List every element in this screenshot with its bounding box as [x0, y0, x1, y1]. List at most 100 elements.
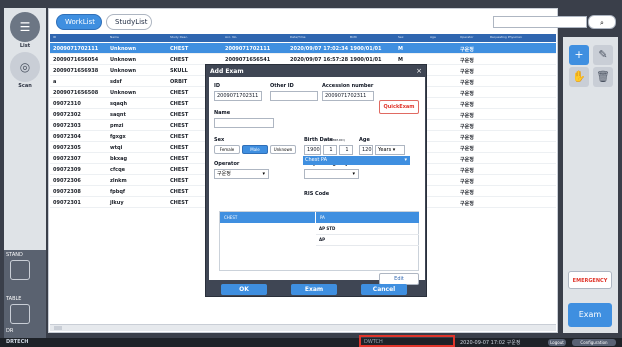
table-cell: 09072309 — [53, 167, 81, 173]
col-physician[interactable]: Requesting Physician — [490, 35, 522, 39]
age-field[interactable]: 120 — [359, 145, 373, 155]
other-id-field[interactable] — [270, 91, 318, 101]
exam-button[interactable]: Exam — [568, 303, 612, 327]
name-field[interactable] — [214, 118, 274, 128]
table-cell: 2009071702111 — [53, 46, 99, 52]
table-cell: sdsf — [110, 79, 122, 85]
logout-button[interactable]: Logout — [548, 339, 566, 346]
table-cell: 2020/09/07 16:57:28 — [290, 57, 349, 63]
col-id[interactable]: ID — [53, 35, 56, 39]
chevron-down-icon: ▾ — [262, 171, 265, 177]
table-cell: CHEST — [170, 57, 189, 63]
table-cell: CHEST — [170, 200, 189, 206]
add-exam-dialog: Add Exam × ID 2009071702311 Other ID Acc… — [205, 64, 427, 297]
table-cell: 09072310 — [53, 101, 81, 107]
list-menu-icon[interactable]: ☰ — [10, 12, 40, 42]
table-cell: CHEST — [170, 134, 189, 140]
table-cell: zlnkm — [110, 178, 127, 184]
stand-detector-icon — [10, 260, 30, 280]
table-cell: 2009071702111 — [225, 46, 271, 52]
datetime-user: 2020-09-07 17:02 구운정 — [460, 340, 521, 346]
table-cell: Unknown — [110, 46, 137, 52]
col-sex[interactable]: Sex — [398, 35, 403, 39]
birth-hint: (YYYY.MM.DD) — [324, 138, 345, 142]
table-cell: 2009071656541 — [225, 57, 271, 63]
table-cell: fpbqf — [110, 189, 126, 195]
table-cell: 구운정 — [460, 179, 474, 185]
sex-label: Sex — [214, 137, 225, 143]
id-field[interactable]: 2009071702311 — [214, 91, 262, 101]
configuration-button[interactable]: Configuration — [572, 339, 616, 346]
ris-code-label: RIS Code — [304, 191, 330, 197]
tab-worklist[interactable]: WorkList — [56, 14, 102, 30]
table-cell: pmzi — [110, 123, 124, 129]
col-operator[interactable]: Operator — [460, 35, 473, 39]
search-icon: ⌕ — [600, 19, 604, 27]
dialog-exam-button[interactable]: Exam — [291, 284, 337, 295]
scan-icon[interactable]: ◎ — [10, 52, 40, 82]
col-name[interactable]: Name — [110, 35, 119, 39]
birth-day-field[interactable]: 1 — [339, 145, 353, 155]
table-cell: 2009071656054 — [53, 57, 99, 63]
table-cell: 1900/01/01 — [350, 57, 382, 63]
ris-code-grid: CHEST PA AP STD AP — [219, 211, 419, 271]
grid-view-pa[interactable]: PA — [316, 212, 419, 223]
scrollbar-thumb[interactable] — [54, 326, 62, 330]
birth-month-field[interactable]: 1 — [323, 145, 337, 155]
age-unit-select[interactable]: Years ▾ — [375, 145, 405, 155]
stand-label: STAND — [6, 252, 23, 258]
table-cell: 구운정 — [460, 124, 474, 130]
table-cell: 09072305 — [53, 145, 81, 151]
table-cell: CHEST — [170, 123, 189, 129]
table-cell: 2020/09/07 17:02:34 — [290, 46, 349, 52]
scan-label: Scan — [18, 83, 32, 89]
operator-label: Operator — [214, 161, 240, 167]
table-detector[interactable]: TABLE DR — [4, 294, 46, 338]
col-birth[interactable]: Birth — [350, 35, 357, 39]
cancel-button[interactable]: Cancel — [361, 284, 407, 295]
sex-unknown-button[interactable]: Unknown — [270, 145, 296, 154]
physician-select[interactable]: ▾ — [304, 169, 359, 179]
grid-view-ap[interactable]: AP — [316, 234, 419, 246]
table-cell: 구운정 — [460, 168, 474, 174]
accession-field[interactable]: 2009071702311 — [322, 91, 374, 101]
table-row[interactable]: 2009071702111 Unknown CHEST 2009071702111 20… — [50, 43, 556, 54]
col-datetime[interactable]: Date/Time — [290, 35, 306, 39]
search-button[interactable]: ⌕ — [588, 15, 616, 29]
table-cell: 09072302 — [53, 112, 81, 118]
table-header: ID Name Study Desc. Acc. No. Date/Time B… — [50, 34, 556, 42]
table-cell: 구운정 — [460, 146, 474, 152]
table-cell: sqaqh — [110, 101, 128, 107]
quick-exam-button[interactable]: QuickExam — [379, 100, 419, 114]
search-input[interactable] — [493, 16, 587, 28]
ris-code-select[interactable]: Chest PA ▾ — [303, 156, 410, 165]
sex-male-button[interactable]: Male — [242, 145, 268, 154]
ok-button[interactable]: OK — [221, 284, 267, 295]
col-age[interactable]: Age — [430, 35, 436, 39]
operator-select[interactable]: 구운정 ▾ — [214, 169, 269, 179]
close-icon[interactable]: × — [416, 67, 422, 75]
grid-body-part[interactable]: CHEST — [220, 212, 315, 223]
dr-label: DR — [6, 328, 14, 334]
plus-icon[interactable]: + — [569, 45, 589, 65]
hand-icon[interactable]: ✋ — [569, 67, 589, 87]
birth-year-field[interactable]: 1900 — [304, 145, 321, 155]
trash-icon[interactable]: 🗑 — [593, 67, 613, 87]
table-cell: 09072306 — [53, 178, 81, 184]
table-cell: M — [398, 57, 403, 63]
col-acc-no[interactable]: Acc. No. — [225, 35, 237, 39]
table-cell: 구운정 — [460, 157, 474, 163]
emergency-button[interactable]: EMERGENCY — [568, 271, 612, 289]
col-study-desc[interactable]: Study Desc. — [170, 35, 188, 39]
sex-female-button[interactable]: Female — [214, 145, 240, 154]
tab-studylist[interactable]: StudyList — [106, 14, 152, 30]
age-unit-value: Years — [378, 147, 392, 153]
table-cell: Unknown — [110, 68, 137, 74]
stand-detector[interactable]: STAND — [4, 250, 46, 294]
list-label: List — [19, 43, 31, 49]
horizontal-scrollbar[interactable] — [50, 324, 556, 331]
table-cell: bkxag — [110, 156, 128, 162]
pencil-icon[interactable]: ✎ — [593, 45, 613, 65]
table-cell: 구운정 — [460, 47, 474, 53]
table-cell: 구운정 — [460, 190, 474, 196]
